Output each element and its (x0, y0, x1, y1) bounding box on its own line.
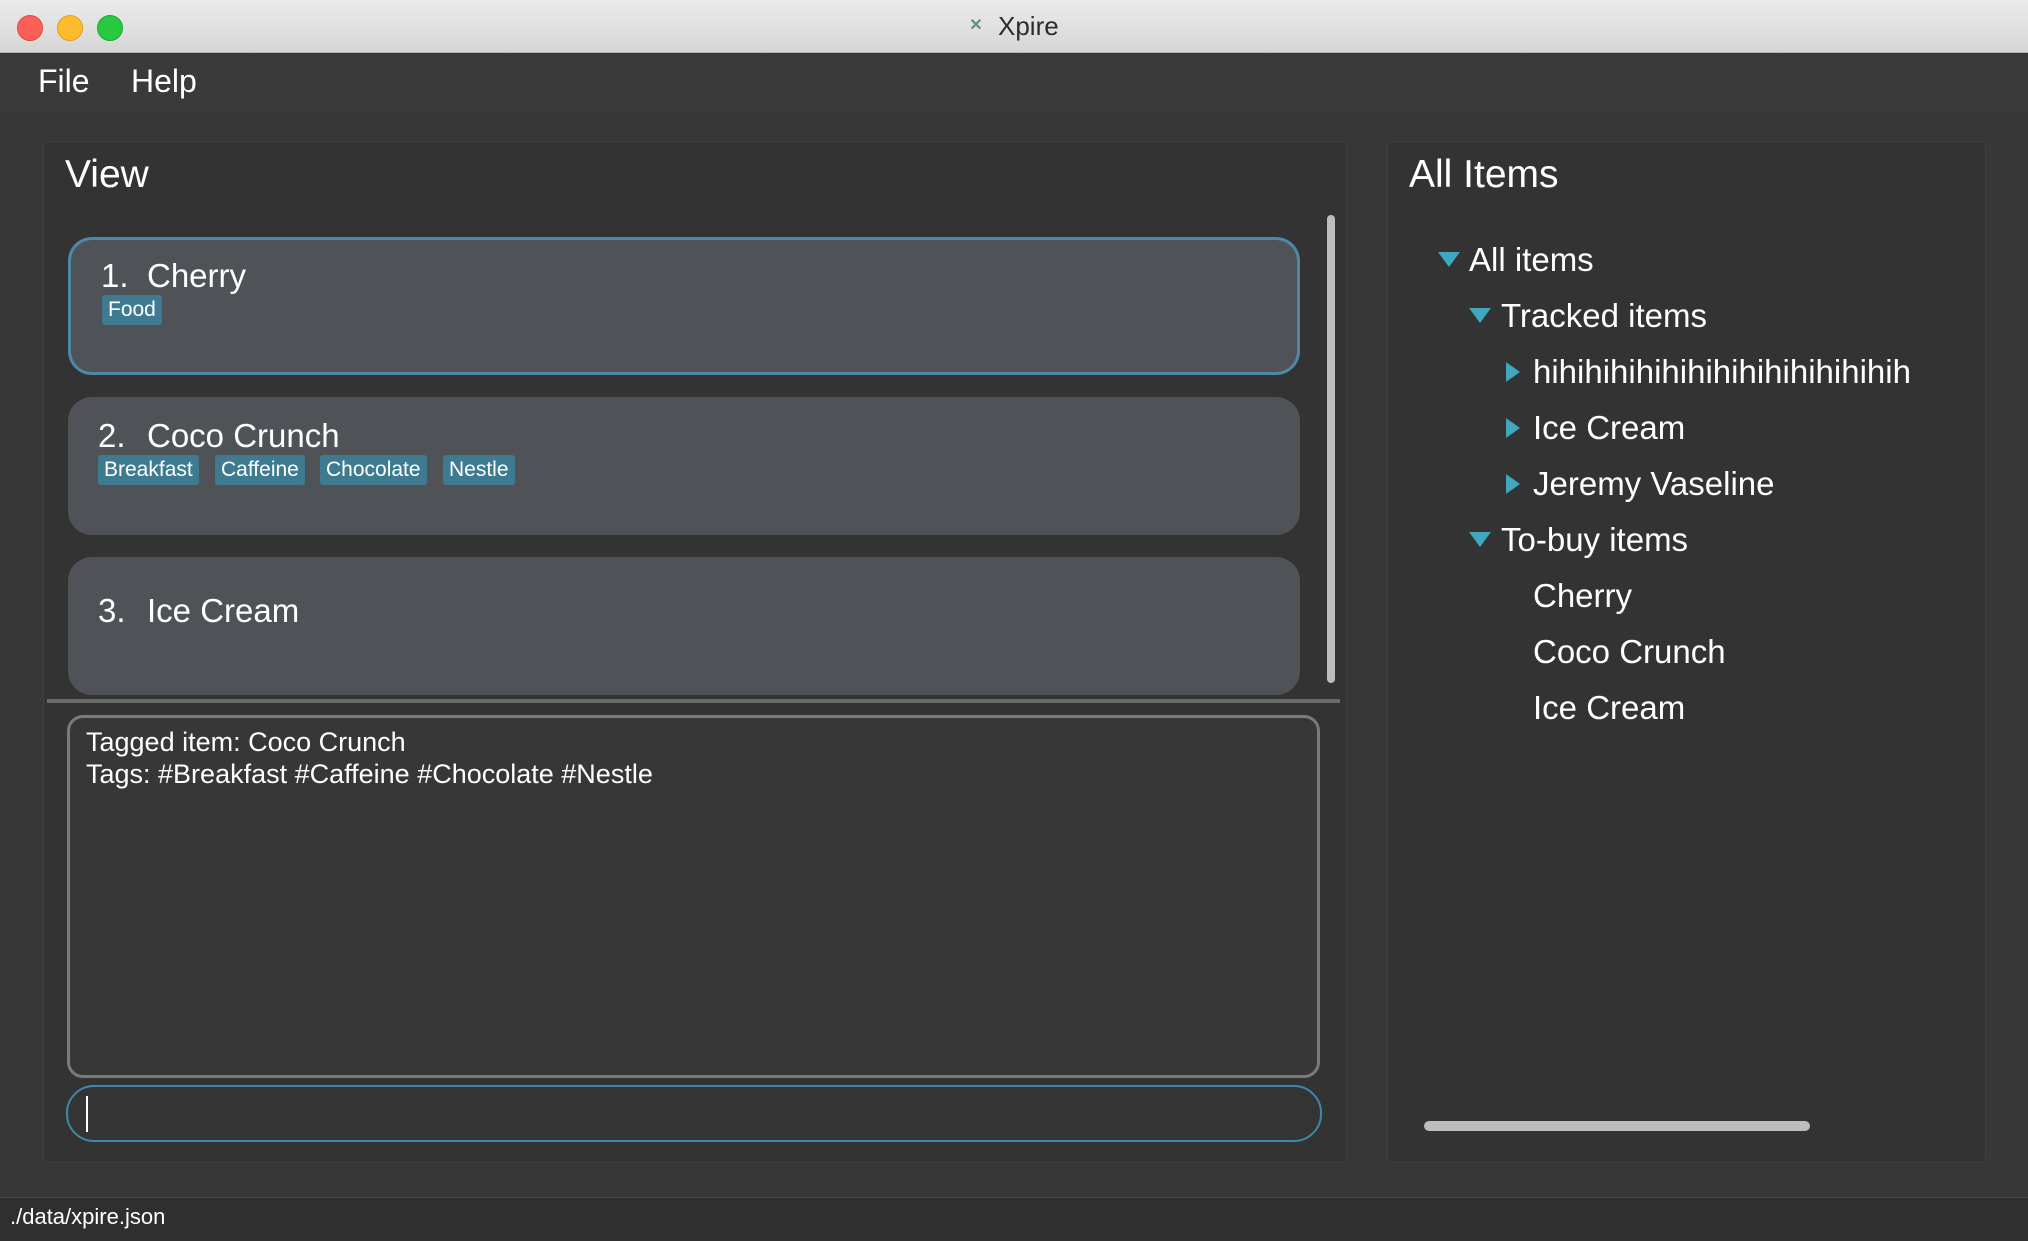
tree-node-to-buy-child[interactable]: Cherry (1533, 577, 1632, 615)
tag-label: Caffeine (215, 455, 305, 485)
tree-node-to-buy-child[interactable]: Coco Crunch (1533, 633, 1726, 671)
all-items-panel-title: All Items (1409, 153, 1559, 196)
item-index: 1. (101, 257, 129, 294)
tree-node-tracked-child[interactable]: Ice Cream (1533, 409, 1685, 447)
expand-triangle-icon[interactable] (1469, 308, 1491, 323)
tag-label: Chocolate (320, 455, 427, 485)
expand-triangle-icon[interactable] (1469, 532, 1491, 547)
command-input[interactable] (66, 1085, 1322, 1142)
status-bar (0, 1197, 2028, 1241)
item-name: Coco Crunch (147, 417, 340, 454)
tree-node-to-buy-items[interactable]: To-buy items (1501, 521, 1688, 559)
tag-label: Breakfast (98, 455, 199, 485)
tree-node-tracked-child[interactable]: hihihihihihihihihihihihihihih (1533, 353, 1911, 391)
item-index: 3. (98, 592, 126, 629)
tree-node-all-items[interactable]: All items (1469, 241, 1594, 279)
collapse-triangle-icon[interactable] (1506, 418, 1520, 438)
tree-horizontal-scrollbar[interactable] (1424, 1121, 1810, 1131)
collapse-triangle-icon[interactable] (1506, 474, 1520, 494)
minimize-window-button[interactable] (57, 15, 83, 41)
tag-label: Nestle (443, 455, 515, 485)
menu-bar (0, 53, 2028, 111)
tag-label: Food (102, 295, 162, 325)
item-name: Ice Cream (147, 592, 300, 629)
collapse-triangle-icon[interactable] (1506, 362, 1520, 382)
item-name: Cherry (147, 257, 247, 294)
item-list-scrollbar[interactable] (1327, 215, 1335, 683)
tree-node-tracked-child[interactable]: Jeremy Vaseline (1533, 465, 1775, 503)
view-panel-title: View (65, 153, 149, 196)
result-line: Tags: #Breakfast #Caffeine #Chocolate #N… (86, 759, 653, 789)
split-pane-divider[interactable] (47, 699, 1340, 703)
close-window-button[interactable] (17, 15, 43, 41)
tree-node-to-buy-child[interactable]: Ice Cream (1533, 689, 1685, 727)
app-logo-icon: ✕ (969, 17, 983, 34)
maximize-window-button[interactable] (97, 15, 123, 41)
menu-help[interactable]: Help (131, 60, 197, 102)
item-card-cherry[interactable] (68, 237, 1300, 375)
text-caret (86, 1096, 88, 1132)
expand-triangle-icon[interactable] (1438, 252, 1460, 267)
app-window: ✕ Xpire File Help View 1. Cherry Food 2.… (0, 0, 2028, 1241)
result-line: Tagged item: Coco Crunch (86, 727, 406, 757)
item-index: 2. (98, 417, 126, 454)
tree-node-tracked-items[interactable]: Tracked items (1501, 297, 1707, 335)
menu-file[interactable]: File (38, 60, 90, 102)
status-file-path: ./data/xpire.json (10, 1204, 166, 1229)
window-title: Xpire (998, 11, 1059, 41)
